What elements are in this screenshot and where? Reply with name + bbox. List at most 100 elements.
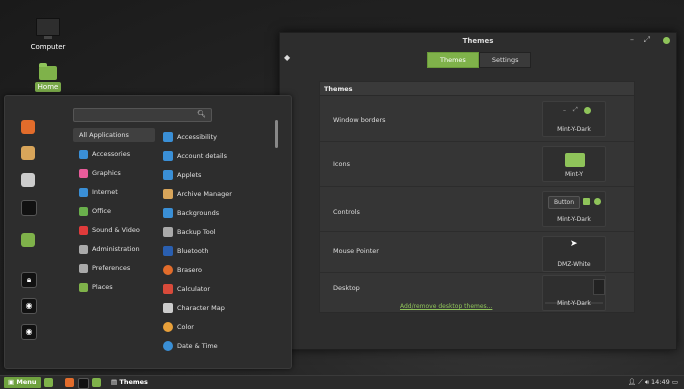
notifications-icon[interactable]: ▭ (672, 378, 678, 386)
internet-icon (79, 187, 88, 197)
graphics-icon (79, 168, 88, 178)
network-icon[interactable]: ⟋ (638, 378, 643, 386)
app-label: Archive Manager (177, 190, 232, 198)
scrollbar-thumb[interactable] (275, 120, 278, 148)
minimize-icon: – (563, 107, 566, 114)
row-label: Icons (333, 160, 350, 168)
desktop-icon-home[interactable]: Home (20, 63, 76, 92)
category-preferences[interactable]: Preferences (73, 261, 155, 275)
folder-icon[interactable] (21, 233, 35, 247)
ubuntu-icon[interactable] (21, 120, 35, 134)
mouse-pointer-picker[interactable]: ➤ DMZ-White (542, 236, 606, 272)
category-administration[interactable]: Administration (73, 242, 155, 256)
row-window-borders: Window borders – ⤢ Mint-Y-Dark (320, 97, 634, 142)
folder-icon[interactable] (92, 378, 101, 387)
tab-themes[interactable]: Themes (427, 52, 479, 68)
volume-icon[interactable]: 🔊︎ (645, 378, 649, 386)
window-title: Themes (462, 37, 494, 45)
category-places[interactable]: Places (73, 280, 155, 294)
show-desktop-icon[interactable] (44, 378, 53, 387)
tab-settings[interactable]: Settings (478, 52, 532, 68)
controls-picker[interactable]: Button Mint-Y-Dark (542, 191, 606, 227)
checkbox-icon (583, 198, 590, 205)
bluetooth-icon (163, 246, 173, 256)
menu-button[interactable]: ▣ Menu (4, 377, 41, 388)
row-desktop: Desktop Add/remove desktop themes... Min… (320, 273, 634, 312)
app-brasero[interactable]: Brasero (163, 262, 273, 278)
category-label: Places (92, 283, 113, 291)
app-label: Applets (177, 171, 202, 179)
desktop-picker[interactable]: Mint-Y-Dark (542, 275, 606, 311)
app-label: Accessibility (177, 133, 217, 141)
settings-toggle-icon[interactable] (21, 173, 35, 187)
category-label: Office (92, 207, 111, 215)
terminal-icon[interactable] (21, 200, 37, 216)
desktop-icon-computer[interactable]: Computer (20, 18, 76, 52)
radio-icon (594, 198, 601, 205)
category-label: Graphics (92, 169, 121, 177)
lock-icon[interactable]: 🔒︎ (21, 272, 37, 288)
backgrounds-icon (163, 208, 173, 218)
category-all-applications[interactable]: All Applications (73, 128, 155, 142)
category-label: Administration (92, 245, 140, 253)
category-sound-video[interactable]: Sound & Video (73, 223, 155, 237)
folder-icon (565, 153, 585, 167)
panel-title: Themes (320, 82, 634, 96)
menu-button-label: Menu (16, 378, 37, 386)
app-date-time[interactable]: Date & Time (163, 338, 273, 354)
sound-video-icon (79, 225, 88, 235)
category-office[interactable]: Office (73, 204, 155, 218)
taskbar-window-themes[interactable]: ▤ Themes (111, 377, 148, 388)
package-icon[interactable] (21, 146, 35, 160)
app-applets[interactable]: Applets (163, 167, 273, 183)
minimize-icon[interactable]: – (630, 35, 634, 44)
calculator-icon (163, 284, 173, 294)
sample-button: Button (548, 196, 580, 209)
brasero-icon (163, 265, 173, 275)
app-backgrounds[interactable]: Backgrounds (163, 205, 273, 221)
clock[interactable]: 14:49 (651, 378, 670, 386)
category-accessories[interactable]: Accessories (73, 147, 155, 161)
app-account-details[interactable]: Account details (163, 148, 273, 164)
application-menu: 🔒︎ ◉ ◉ 🔍︎ All Applications Accessories G… (4, 95, 292, 369)
office-icon (79, 206, 88, 216)
row-controls: Controls Button Mint-Y-Dark (320, 187, 634, 232)
back-icon[interactable]: ◆ (284, 53, 290, 62)
computer-icon (36, 18, 60, 39)
backup-tool-icon (163, 227, 173, 237)
account-details-icon (163, 151, 173, 161)
search-input[interactable]: 🔍︎ (73, 108, 212, 122)
close-icon[interactable] (663, 37, 670, 44)
shutdown-icon[interactable]: ◉ (21, 324, 37, 340)
add-remove-desktop-themes-link[interactable]: Add/remove desktop themes... (400, 303, 492, 310)
app-bluetooth[interactable]: Bluetooth (163, 243, 273, 259)
window-borders-picker[interactable]: – ⤢ Mint-Y-Dark (542, 101, 606, 137)
app-calculator[interactable]: Calculator (163, 281, 273, 297)
color-icon (163, 322, 173, 332)
app-character-map[interactable]: Character Map (163, 300, 273, 316)
accessories-icon (79, 149, 88, 159)
app-label: Brasero (177, 266, 203, 274)
category-label: Internet (92, 188, 118, 196)
app-backup-tool[interactable]: Backup Tool (163, 224, 273, 240)
app-label: Backup Tool (177, 228, 216, 236)
app-color[interactable]: Color (163, 319, 273, 335)
maximize-icon[interactable]: ⤢ (644, 35, 650, 45)
app-accessibility[interactable]: Accessibility (163, 129, 273, 145)
category-graphics[interactable]: Graphics (73, 166, 155, 180)
ubuntu-icon[interactable] (65, 378, 74, 387)
category-internet[interactable]: Internet (73, 185, 155, 199)
theme-name: Mint-Y-Dark (557, 216, 591, 223)
row-label: Window borders (333, 116, 386, 124)
icons-picker[interactable]: Mint-Y (542, 146, 606, 182)
category-label: Preferences (92, 264, 131, 272)
tab-bar: Themes Settings (427, 52, 532, 68)
category-label: Accessories (92, 150, 131, 158)
clock-icon (163, 341, 173, 351)
user-icon[interactable]: 👤︎ (628, 378, 636, 386)
theme-name: Mint-Y-Dark (557, 300, 591, 307)
logout-icon[interactable]: ◉ (21, 298, 37, 314)
app-archive-manager[interactable]: Archive Manager (163, 186, 273, 202)
terminal-icon[interactable] (78, 378, 89, 389)
applets-icon (163, 170, 173, 180)
